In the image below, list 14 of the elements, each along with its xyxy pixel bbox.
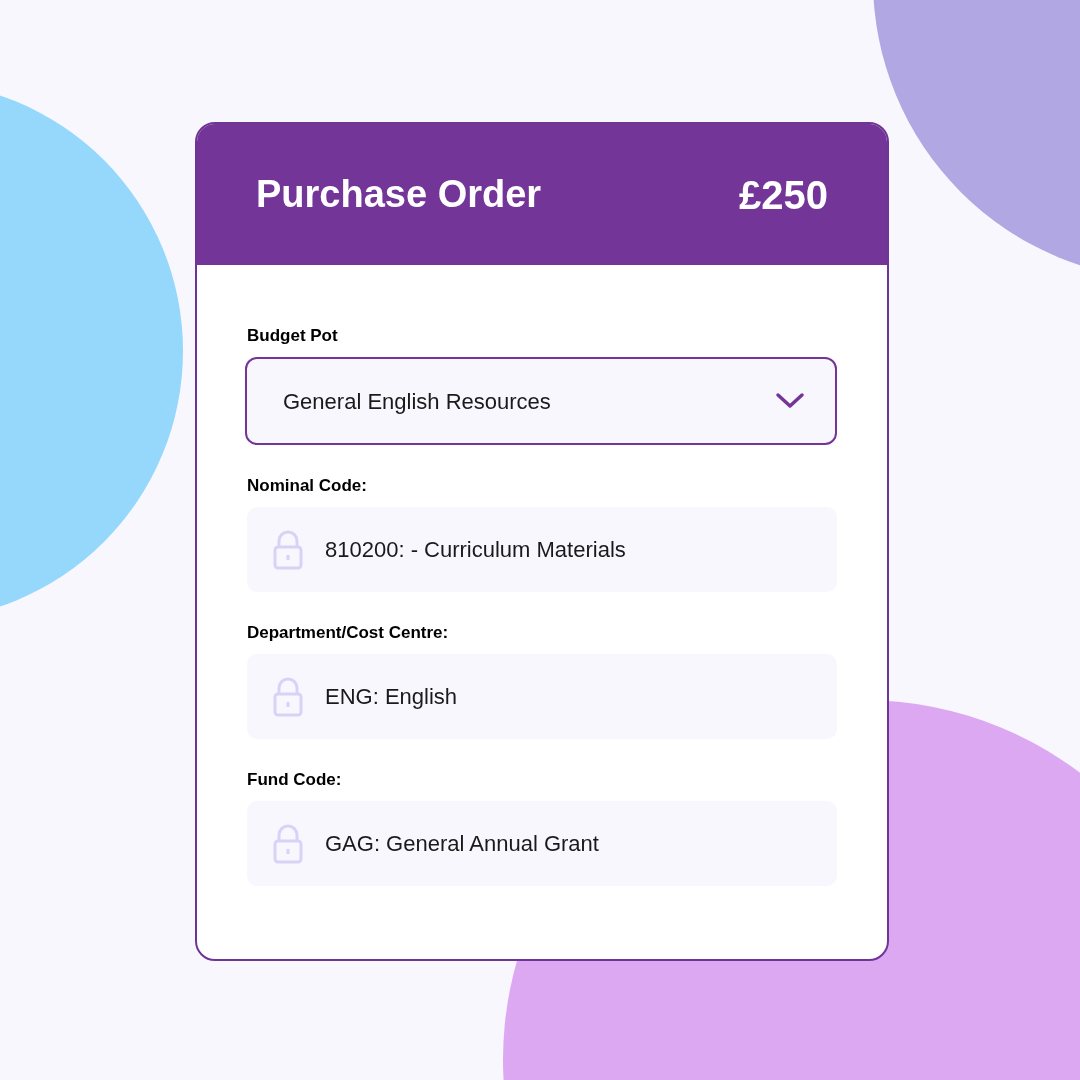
lock-icon (273, 823, 303, 864)
locked-field: ENG: English (247, 654, 837, 739)
field-label: Nominal Code: (247, 475, 368, 497)
order-amount: £250 (739, 171, 828, 219)
field-label: Budget Pot (247, 325, 339, 347)
chevron-down-icon (775, 392, 805, 410)
locked-field: 810200: - Curriculum Materials (247, 507, 837, 592)
header-title: Purchase Order (256, 172, 542, 217)
field-label: Fund Code: (247, 769, 343, 791)
locked-field: GAG: General Annual Grant (247, 801, 837, 886)
field-label: Department/Cost Centre: (247, 622, 450, 644)
dropdown-field[interactable]: General English Resources (245, 357, 837, 445)
lock-icon (273, 676, 303, 717)
lock-icon (273, 529, 303, 570)
